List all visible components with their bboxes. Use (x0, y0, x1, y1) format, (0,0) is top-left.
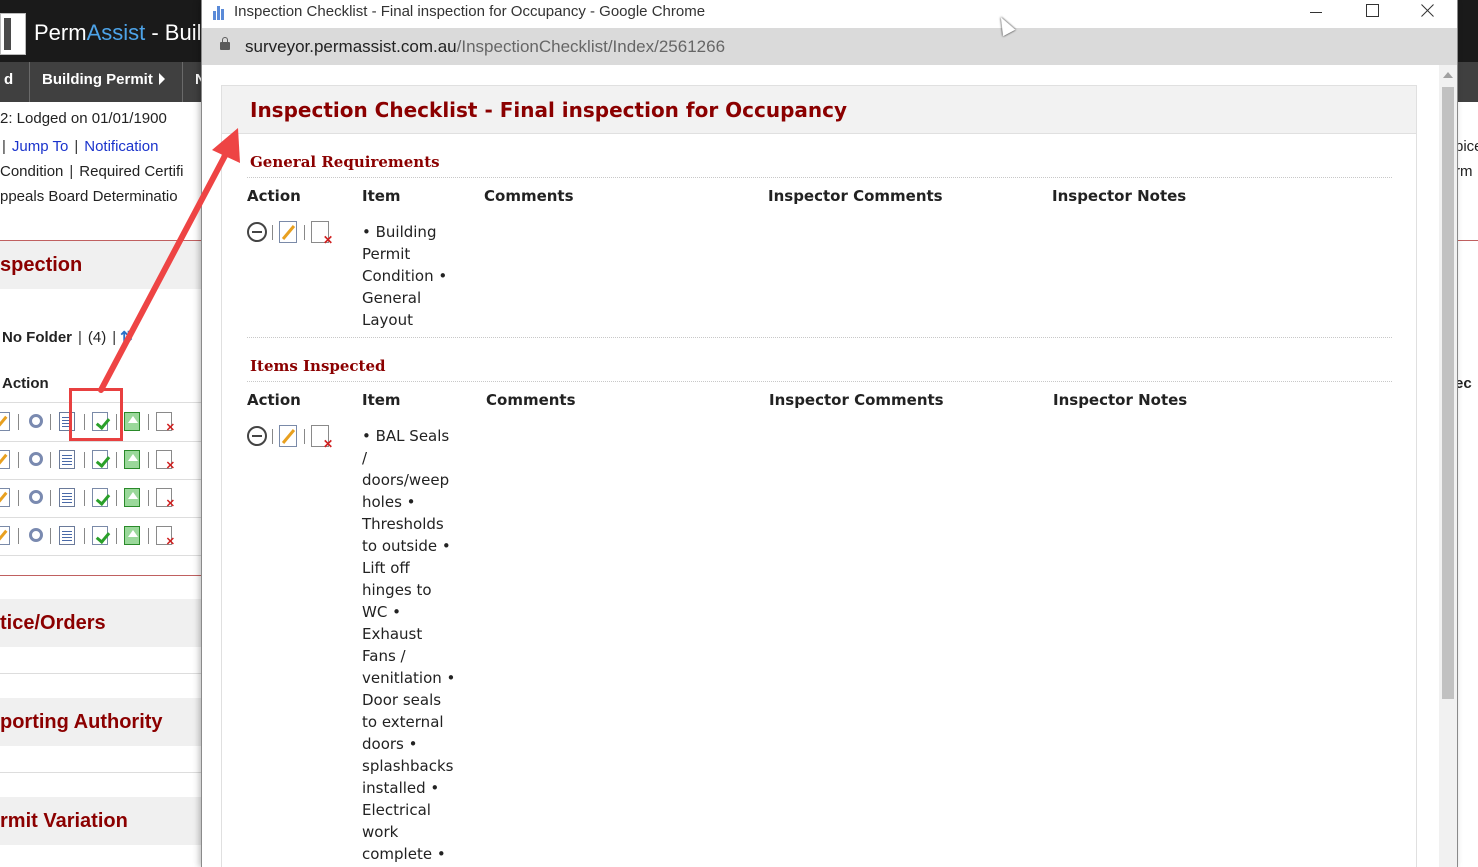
delete-icon[interactable] (156, 526, 175, 548)
scroll-thumb[interactable] (1442, 87, 1454, 699)
group-title-items-inspected: Items Inspected (250, 357, 386, 375)
checklist-item-text: • Building Permit Condition • General La… (362, 223, 448, 329)
remove-icon[interactable] (247, 222, 267, 242)
inspection-section-title: spection (0, 254, 83, 276)
sort-icon[interactable]: ⇅ (120, 328, 133, 346)
address-bar[interactable]: surveyor.permassist.com.au/InspectionChe… (202, 28, 1457, 65)
app-title: PermAssist - Buil (34, 20, 202, 45)
group-title-general-requirements: General Requirements (250, 153, 440, 171)
column-header-inspector-notes: Inspector Notes (1052, 187, 1187, 205)
appeals-tab[interactable]: ppeals Board Determinatio (0, 188, 178, 205)
wrench-icon[interactable] (29, 490, 43, 504)
column-header-action: Action (247, 391, 301, 409)
column-header-inspector-comments: Inspector Comments (768, 187, 943, 205)
upload-icon[interactable] (124, 526, 140, 545)
document-icon[interactable] (59, 488, 75, 507)
checklist-icon[interactable] (92, 526, 108, 545)
reporting-authority-section-title: porting Authority (0, 711, 163, 733)
column-header-item: Item (362, 187, 401, 205)
lodged-text: 2: Lodged on 01/01/1900 (0, 110, 167, 127)
edit-icon[interactable] (0, 412, 10, 431)
delete-icon[interactable] (311, 425, 333, 450)
document-icon[interactable] (59, 526, 75, 545)
delete-icon[interactable] (156, 488, 175, 510)
vertical-scrollbar[interactable] (1439, 65, 1457, 867)
upload-icon[interactable] (124, 412, 140, 431)
notice-orders-section-title: tice/Orders (0, 612, 106, 634)
row-actions (247, 424, 347, 450)
wrench-icon[interactable] (29, 452, 43, 466)
column-header-inspector-notes: Inspector Notes (1053, 391, 1188, 409)
delete-icon[interactable] (311, 221, 333, 246)
column-header-item: Item (362, 391, 401, 409)
lock-icon[interactable] (220, 37, 230, 50)
delete-icon[interactable] (156, 450, 175, 472)
folder-row: No Folder | (4) | ⇅ (2, 328, 133, 346)
edit-icon[interactable] (0, 488, 10, 507)
nav-item-back[interactable]: d (0, 62, 30, 102)
window-maximize-icon[interactable] (1344, 0, 1400, 28)
upload-icon[interactable] (124, 488, 140, 507)
edit-icon[interactable] (0, 450, 10, 469)
site-favicon-icon (213, 4, 227, 20)
highlight-annotation (69, 388, 123, 441)
upload-icon[interactable] (124, 450, 140, 469)
window-close-icon[interactable] (1400, 0, 1456, 28)
checklist-icon[interactable] (92, 488, 108, 507)
caret-right-icon (158, 73, 165, 85)
delete-icon[interactable] (156, 412, 175, 434)
panel-header: Inspection Checklist - Final inspection … (222, 86, 1416, 134)
document-icon[interactable] (59, 450, 75, 469)
app-logo (0, 13, 26, 55)
checklist-panel: Inspection Checklist - Final inspection … (221, 85, 1417, 867)
permit-variation-section-title: rmit Variation (0, 810, 128, 832)
notification-link[interactable]: Notification (84, 138, 158, 155)
checklist-icon[interactable] (92, 450, 108, 469)
column-header-action: Action (247, 187, 301, 205)
column-header-comments: Comments (484, 187, 574, 205)
tab-row: Condition | Required Certifi (0, 163, 184, 180)
column-header-comments: Comments (486, 391, 576, 409)
condition-tab[interactable]: Condition (0, 163, 63, 180)
jump-to-link[interactable]: Jump To (12, 138, 68, 155)
checklist-item-text: • BAL Seals / doors/weep holes • Thresho… (362, 427, 456, 863)
url-text[interactable]: surveyor.permassist.com.au/InspectionChe… (245, 37, 725, 57)
edit-icon[interactable] (0, 526, 10, 545)
window-titlebar[interactable]: Inspection Checklist - Final inspection … (202, 0, 1457, 28)
window-minimize-icon[interactable] (1288, 0, 1344, 28)
folder-count: (4) (87, 329, 107, 346)
required-certificates-tab[interactable]: Required Certifi (79, 163, 183, 180)
right-link-fragment: pice (1455, 138, 1478, 155)
row-actions (247, 220, 347, 246)
page-title: Inspection Checklist - Final inspection … (250, 98, 848, 122)
wrench-icon[interactable] (29, 414, 43, 428)
chrome-popup-window: Inspection Checklist - Final inspection … (201, 0, 1458, 867)
edit-icon[interactable] (279, 425, 297, 447)
edit-icon[interactable] (279, 221, 297, 243)
action-column-header: Action (2, 375, 49, 392)
page-viewport: Inspection Checklist - Final inspection … (202, 65, 1439, 867)
wrench-icon[interactable] (29, 528, 43, 542)
quick-links: | Jump To | Notification (2, 138, 159, 155)
remove-icon[interactable] (247, 426, 267, 446)
scroll-up-icon[interactable] (1443, 72, 1453, 78)
column-header-inspector-comments: Inspector Comments (769, 391, 944, 409)
window-title: Inspection Checklist - Final inspection … (234, 3, 706, 20)
folder-label[interactable]: No Folder (2, 329, 72, 346)
nav-item-building-permit[interactable]: Building Permit (30, 62, 183, 102)
